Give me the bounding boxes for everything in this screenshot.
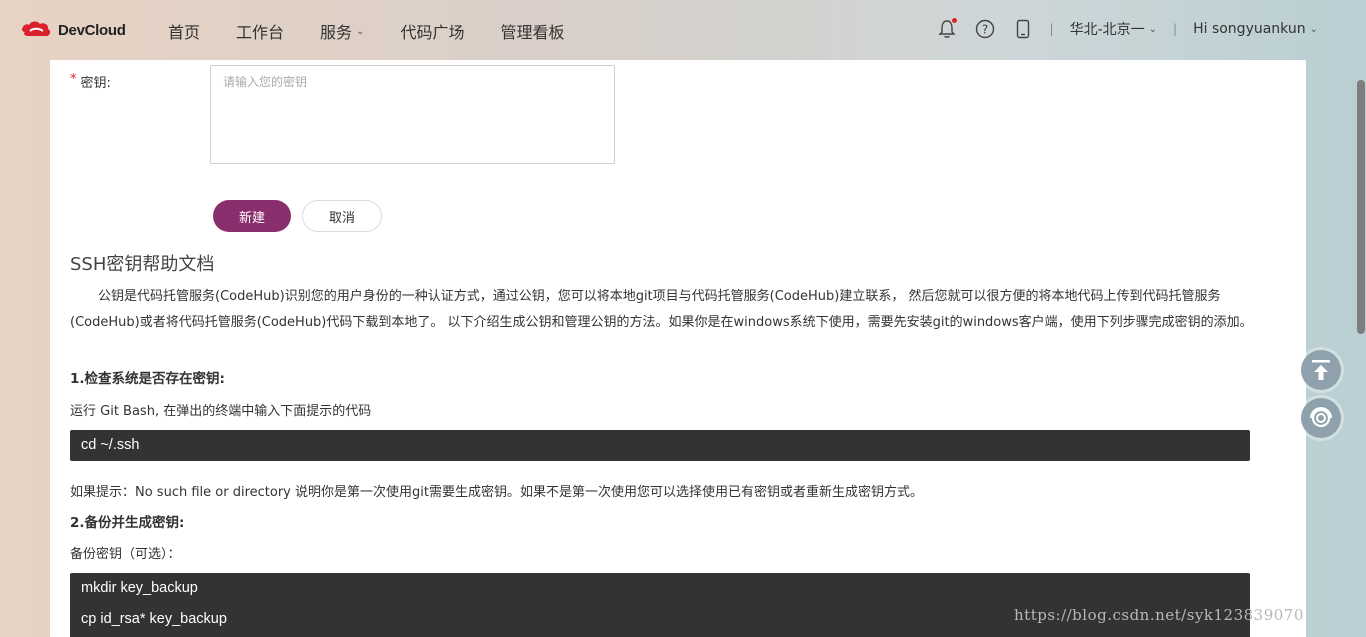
header-tools: ? | 华北-北京一 ⌄ | Hi songyuankun ⌄ bbox=[920, 18, 1318, 40]
nav-label: 服务 bbox=[320, 23, 353, 42]
nav-item-dashboard[interactable]: 管理看板 bbox=[500, 19, 564, 43]
cancel-button[interactable]: 取消 bbox=[302, 200, 382, 232]
arrow-up-icon bbox=[1312, 360, 1330, 380]
code-line: mkdir key_backup bbox=[81, 580, 198, 596]
chevron-down-icon: ⌄ bbox=[356, 25, 365, 37]
nav-item-services[interactable]: 服务 ⌄ bbox=[320, 19, 364, 43]
top-navbar: DevCloud 首页 工作台 服务 ⌄ 代码广场 管理看板 ? | 华北-北京… bbox=[0, 0, 1366, 60]
code-block-check: cd ~/.ssh bbox=[70, 430, 1250, 461]
region-selector[interactable]: 华北-北京一 ⌄ bbox=[1070, 19, 1157, 39]
key-label: 密钥: bbox=[80, 76, 111, 91]
nav-label: 首页 bbox=[168, 23, 201, 42]
key-form-row: * 密钥: bbox=[70, 72, 111, 91]
nav-label: 工作台 bbox=[236, 23, 285, 42]
watermark: https://blog.csdn.net/syk123839070 bbox=[1014, 606, 1304, 624]
region-label: 华北-北京一 bbox=[1069, 22, 1145, 38]
doc-title: SSH密钥帮助文档 bbox=[70, 254, 215, 275]
mobile-icon[interactable] bbox=[1012, 18, 1034, 40]
nav-item-home[interactable]: 首页 bbox=[168, 19, 200, 43]
chevron-down-icon: ⌄ bbox=[1309, 23, 1318, 35]
back-to-top-button[interactable] bbox=[1301, 350, 1341, 390]
devcloud-logo-icon bbox=[21, 21, 51, 36]
main-nav: 首页 工作台 服务 ⌄ 代码广场 管理看板 bbox=[168, 19, 600, 43]
required-mark: * bbox=[70, 72, 77, 87]
divider: | bbox=[1173, 22, 1178, 36]
doc-intro: 公钥是代码托管服务(CodeHub)识别您的用户身份的一种认证方式，通过公钥，您… bbox=[70, 289, 1253, 330]
support-icon bbox=[1310, 406, 1332, 428]
step2-text: 备份密钥（可选）： bbox=[70, 547, 181, 562]
user-menu[interactable]: Hi songyuankun ⌄ bbox=[1193, 21, 1318, 37]
nav-item-workbench[interactable]: 工作台 bbox=[236, 19, 284, 43]
code-line: cd ~/.ssh bbox=[81, 437, 140, 453]
page-scrollbar[interactable] bbox=[1356, 60, 1366, 637]
step1-hint: 如果提示：No such file or directory 说明你是第一次使用… bbox=[70, 485, 923, 500]
nav-label: 管理看板 bbox=[500, 23, 565, 42]
main-panel: * 密钥: 新建 取消 SSH密钥帮助文档 公钥是代码托管服务(CodeHub)… bbox=[50, 60, 1306, 637]
step1-text: 运行 Git Bash, 在弹出的终端中输入下面提示的代码 bbox=[70, 404, 372, 419]
key-textarea[interactable] bbox=[210, 65, 615, 164]
nav-item-code-square[interactable]: 代码广场 bbox=[400, 19, 464, 43]
chevron-down-icon: ⌄ bbox=[1148, 23, 1158, 35]
user-greeting: Hi songyuankun bbox=[1193, 21, 1306, 37]
brand-name: DevCloud bbox=[58, 21, 126, 39]
help-icon[interactable]: ? bbox=[974, 18, 996, 40]
step1-title: 1.检查系统是否存在密钥: bbox=[70, 371, 225, 387]
nav-label: 代码广场 bbox=[400, 23, 465, 42]
svg-text:?: ? bbox=[981, 23, 987, 37]
notification-dot bbox=[951, 18, 957, 23]
code-block-backup: mkdir key_backup cp id_rsa* key_backup bbox=[70, 573, 1250, 637]
brand-logo[interactable]: DevCloud bbox=[20, 18, 126, 42]
bell-icon[interactable] bbox=[936, 18, 958, 40]
scrollbar-thumb[interactable] bbox=[1357, 80, 1365, 334]
step2-title: 2.备份并生成密钥: bbox=[70, 515, 185, 531]
support-button[interactable] bbox=[1301, 398, 1341, 438]
divider: | bbox=[1049, 22, 1054, 36]
create-button[interactable]: 新建 bbox=[213, 200, 291, 232]
